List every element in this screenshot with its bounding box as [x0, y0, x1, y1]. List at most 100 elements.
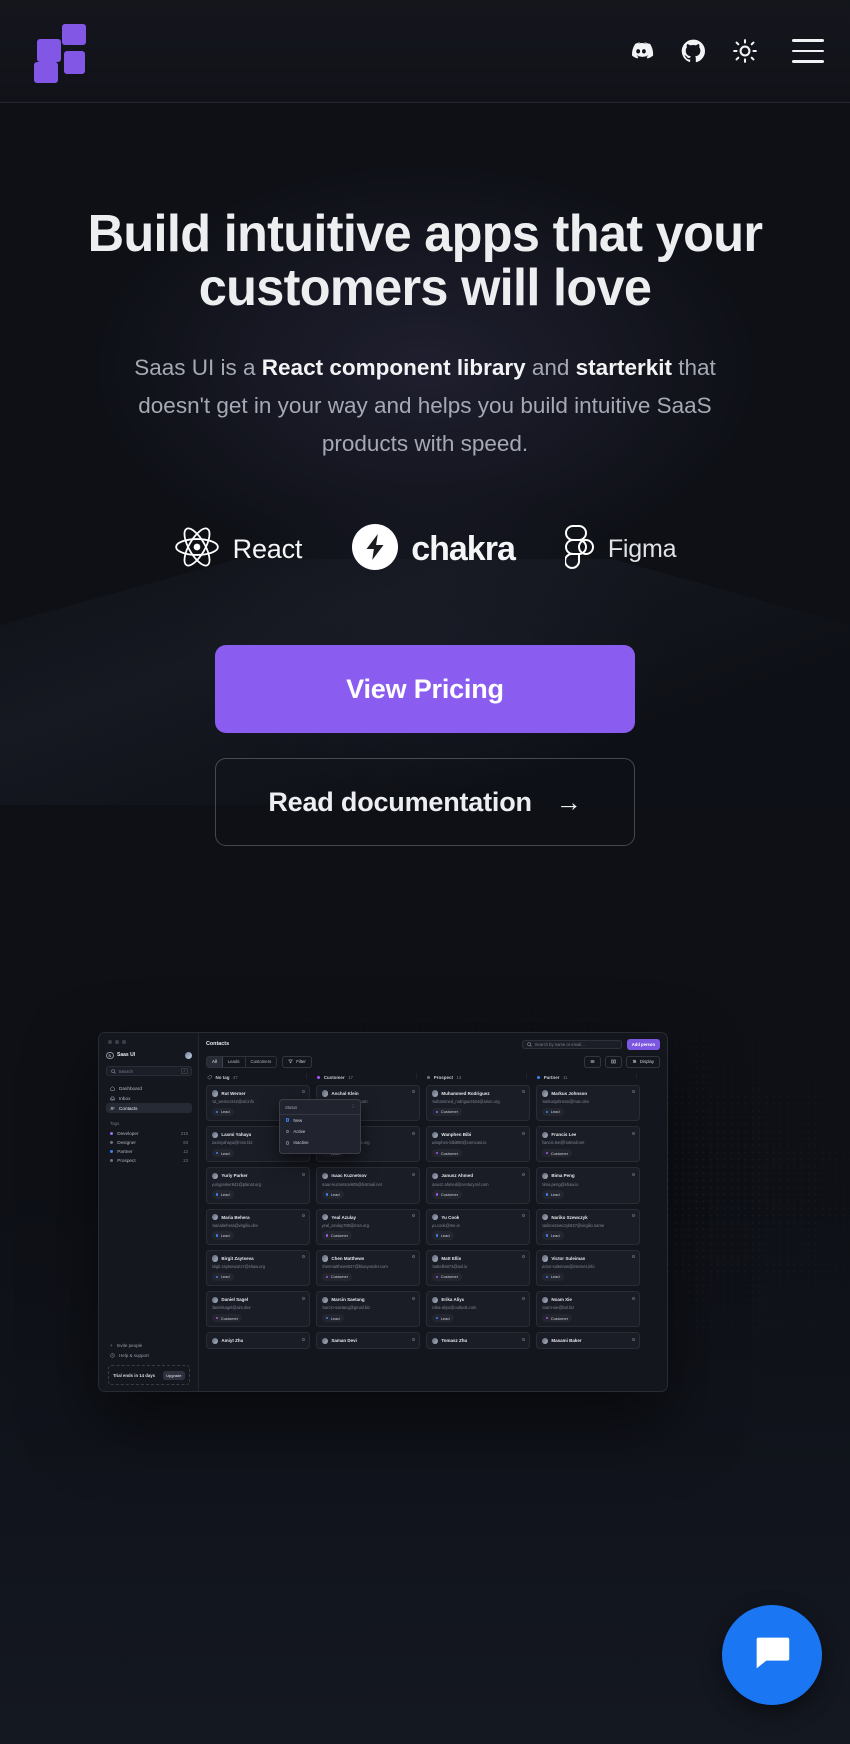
board-column-more-icon[interactable]: ⋮ [524, 1074, 529, 1080]
status-badge: Lead [321, 1190, 344, 1199]
contact-card[interactable]: Saman Devi [316, 1332, 420, 1350]
contact-card[interactable]: Wanphen Bibi wanphen-bibi890@comcast.io Cu… [426, 1126, 530, 1163]
list-view-icon[interactable] [583, 1055, 601, 1068]
sidebar-tag-prospect[interactable]: Prospect 23 [106, 1156, 192, 1165]
status-filter-dropdown[interactable]: Status ⋮ New Active Inactive [279, 1099, 361, 1154]
sun-icon[interactable] [732, 38, 758, 64]
board-view-icon[interactable] [604, 1055, 622, 1068]
contact-card[interactable]: Maria Behera mariabehera@virgilio.dev Lead [206, 1208, 310, 1245]
contact-card[interactable]: Matt Ellis mattellis873@aol.io Customer [426, 1249, 530, 1287]
status-option-inactive[interactable]: Inactive [280, 1137, 360, 1148]
sidebar-help-support[interactable]: Help & support [106, 1351, 192, 1361]
badge-label: Lead [440, 1315, 450, 1321]
sidebar-item-inbox[interactable]: Inbox [106, 1093, 192, 1103]
contact-card-select-icon[interactable] [522, 1337, 525, 1341]
sidebar-tag-partner[interactable]: Partner 12 [106, 1147, 192, 1156]
board-column-count: 47 [233, 1074, 238, 1080]
contact-card[interactable]: Yuriy Parker yuriyparker842@planat.org Lea… [206, 1167, 310, 1204]
sidebar-header[interactable]: S Saas UI [106, 1051, 192, 1060]
contact-card-header: Marcin Saetang [321, 1296, 415, 1303]
sidebar-tag-developer[interactable]: Developer 210 [106, 1129, 192, 1138]
saas-ui-logo[interactable] [34, 24, 86, 83]
contact-card[interactable]: Yu Cook yu.cook@me.ie Lead [426, 1208, 530, 1245]
contacts-search-input[interactable]: Search by name or email... [521, 1039, 622, 1050]
read-documentation-button[interactable]: Read documentation → [215, 758, 635, 847]
contact-card[interactable]: Birgit Zaytseva birgit.zaytseva217@shaw.o… [206, 1249, 310, 1287]
contact-name: Maria Behera [221, 1214, 250, 1220]
contact-card-select-icon[interactable] [412, 1296, 415, 1300]
chat-widget-button[interactable] [722, 1605, 822, 1705]
segment-leads[interactable]: Leads [223, 1056, 246, 1067]
contact-card-select-icon[interactable] [522, 1131, 525, 1135]
discord-icon[interactable] [628, 38, 654, 64]
view-pricing-button[interactable]: View Pricing [215, 645, 635, 734]
contact-card[interactable]: Masami Baker [536, 1332, 640, 1350]
contact-card[interactable]: Yeal Azulay yeal_azulay788@msn.org Custome… [316, 1208, 420, 1245]
board-column-more-icon[interactable]: ⋮ [634, 1074, 639, 1080]
contact-card[interactable]: Tomasz Zhu [426, 1332, 530, 1350]
segment-all[interactable]: All [207, 1056, 223, 1067]
dropdown-more-icon[interactable]: ⋮ [351, 1104, 355, 1110]
contact-card-select-icon[interactable] [412, 1090, 415, 1094]
contact-card-select-icon[interactable] [632, 1255, 635, 1259]
contact-card[interactable]: Francis Lee francis.lee@hotmail.net Custom… [536, 1126, 640, 1163]
contact-card-select-icon[interactable] [632, 1296, 635, 1300]
contact-card[interactable]: Marcin Saetang marcin-saetang@gmail.biz Le… [316, 1291, 420, 1328]
contact-name: Markus Johnson [551, 1090, 588, 1096]
segment-customers[interactable]: Customers [246, 1057, 277, 1067]
status-option-active[interactable]: Active [280, 1126, 360, 1137]
github-icon[interactable] [680, 38, 706, 64]
board-column-more-icon[interactable]: ⋮ [304, 1074, 309, 1080]
sidebar-tag-designer[interactable]: Designer 83 [106, 1138, 192, 1147]
contact-card-select-icon[interactable] [302, 1172, 305, 1176]
contact-card-select-icon[interactable] [632, 1172, 635, 1176]
contact-card-select-icon[interactable] [522, 1255, 525, 1259]
contact-card-select-icon[interactable] [302, 1214, 305, 1218]
contact-card-select-icon[interactable] [522, 1296, 525, 1300]
contact-card[interactable]: Daniel Sagel danielsagel@aim.dev Customer [206, 1291, 310, 1328]
avatar[interactable] [184, 1051, 192, 1060]
contact-card-select-icon[interactable] [412, 1214, 415, 1218]
contact-card-select-icon[interactable] [412, 1172, 415, 1176]
contact-card-select-icon[interactable] [632, 1337, 635, 1341]
contact-card[interactable]: Janusz Ahmed janusz.ahmed@century.tel.com… [426, 1167, 530, 1204]
sidebar-item-dashboard[interactable]: Dashboard [106, 1083, 192, 1093]
contact-card-select-icon[interactable] [412, 1337, 415, 1341]
contact-card-select-icon[interactable] [412, 1131, 415, 1135]
contact-card[interactable]: Muhammed Rodriguez muhammed_rodriguez524@… [426, 1084, 530, 1122]
contact-card-select-icon[interactable] [302, 1337, 305, 1341]
contact-card-select-icon[interactable] [632, 1214, 635, 1218]
contact-card[interactable]: Amiyt Zhu [206, 1332, 310, 1350]
filter-button[interactable]: Filter [282, 1055, 312, 1068]
board-column: Prospect 13 ⋮ Muhammed Rodriguez muhammed_ro… [426, 1073, 530, 1391]
contacts-board[interactable]: No tag 47 ⋮ Rut Werner rut_werner242@otl.inf… [199, 1073, 667, 1391]
hamburger-menu-icon[interactable] [792, 39, 824, 63]
contact-card-select-icon[interactable] [632, 1090, 635, 1094]
contact-card[interactable]: Chen Matthews chenmatthews637@blueyonder.… [316, 1249, 420, 1287]
sidebar-search-input[interactable]: Search / [106, 1066, 192, 1077]
board-column-more-icon[interactable]: ⋮ [414, 1074, 419, 1080]
contact-card-select-icon[interactable] [302, 1090, 305, 1094]
contact-card[interactable]: Markus Johnson markusjohnson@mac.dev Lead [536, 1084, 640, 1122]
contact-card-select-icon[interactable] [412, 1255, 415, 1259]
contact-card-select-icon[interactable] [522, 1090, 525, 1094]
contact-card-select-icon[interactable] [632, 1131, 635, 1135]
contact-card[interactable]: Nariko Szewczyk narikoszewczyk827@virgili… [536, 1208, 640, 1245]
add-person-button[interactable]: Add person [626, 1039, 660, 1050]
sidebar-invite-people[interactable]: + Invite people [106, 1341, 192, 1351]
status-option-new[interactable]: New [280, 1115, 360, 1126]
contact-card[interactable]: Erika Aliyu erika-aliyu@outlook.com Lead [426, 1291, 530, 1328]
contact-card-select-icon[interactable] [522, 1172, 525, 1176]
contact-card-select-icon[interactable] [302, 1255, 305, 1259]
contact-card[interactable]: Victor Suleiman victor-suleiman@internet.… [536, 1249, 640, 1287]
contact-card-select-icon[interactable] [522, 1214, 525, 1218]
display-button[interactable]: Display [625, 1055, 660, 1068]
contact-email: mariabehera@virgilio.dev [211, 1222, 258, 1228]
sidebar-item-contacts[interactable]: Contacts [106, 1103, 192, 1114]
contact-card[interactable]: Noam Xie noam-xie@bol.biz Customer [536, 1291, 640, 1328]
contact-card-select-icon[interactable] [302, 1296, 305, 1300]
search-icon [110, 1068, 116, 1074]
upgrade-button[interactable]: Upgrade [162, 1370, 185, 1380]
contact-card[interactable]: Bima Peng bima.peng@shaw.io Lead [536, 1167, 640, 1204]
contact-card[interactable]: Isaac Kuznetsov isaac-kuznetsov605@hotmai… [316, 1167, 420, 1204]
